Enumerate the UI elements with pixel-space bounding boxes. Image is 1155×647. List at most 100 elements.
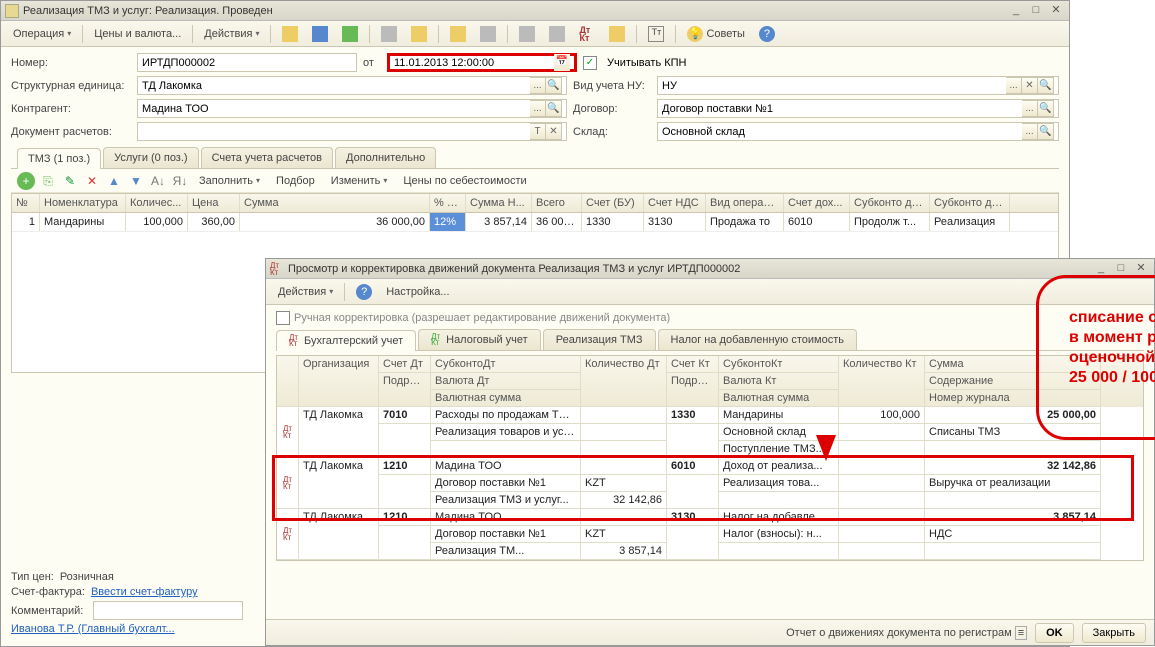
gh-oper[interactable]: Вид операции xyxy=(706,194,784,212)
agh-valk[interactable]: Валюта Кт xyxy=(719,373,839,390)
gh-npct[interactable]: % Н... xyxy=(430,194,466,212)
agh-valsd[interactable]: Валютная сумма xyxy=(431,390,581,407)
prices-button[interactable]: Цены и валюта... xyxy=(88,25,187,43)
agh-sum[interactable]: Сумма xyxy=(925,356,1101,373)
tb-icon-3[interactable] xyxy=(336,23,364,45)
ok-button[interactable]: OK xyxy=(1035,623,1074,643)
date-input[interactable]: 11.01.2013 12:00:00📅 xyxy=(387,53,577,72)
minimize-button[interactable]: _ xyxy=(1007,4,1025,18)
sklad-select-button[interactable]: ... xyxy=(1022,123,1038,140)
add-row-icon[interactable]: + xyxy=(17,172,35,190)
gh-nds[interactable]: Счет НДС xyxy=(644,194,706,212)
insert-row-icon[interactable]: ⎘ xyxy=(39,172,57,190)
delete-row-icon[interactable]: ✕ xyxy=(83,172,101,190)
contr-input[interactable]: Мадина ТОО...🔍 xyxy=(137,99,567,118)
gh-total[interactable]: Всего xyxy=(532,194,582,212)
operation-menu[interactable]: Операция▾ xyxy=(7,25,77,43)
manual-edit-checkbox[interactable] xyxy=(276,311,290,325)
struct-lookup-icon[interactable]: 🔍 xyxy=(546,77,562,94)
contr-select-button[interactable]: ... xyxy=(530,100,546,117)
tb-icon-12[interactable]: Tт xyxy=(642,23,670,45)
help-button[interactable]: ? xyxy=(753,23,781,45)
maximize-button[interactable]: □ xyxy=(1027,4,1045,18)
agh-pdd[interactable]: Подраздел... Дт xyxy=(379,373,431,407)
tb-icon-10[interactable]: ДтКт xyxy=(573,23,601,45)
tab-real[interactable]: Реализация ТМЗ xyxy=(543,329,656,350)
gh-sum[interactable]: Сумма xyxy=(240,194,430,212)
dogovor-lookup-icon[interactable]: 🔍 xyxy=(1038,100,1054,117)
gh-price[interactable]: Цена xyxy=(188,194,240,212)
tips-button[interactable]: 💡Советы xyxy=(681,23,750,45)
comment-input[interactable] xyxy=(93,601,243,620)
user-link[interactable]: Иванова Т.Р. (Главный бухгалт... xyxy=(11,623,175,635)
tab-accounts[interactable]: Счета учета расчетов xyxy=(201,147,333,168)
tb-icon-7[interactable] xyxy=(474,23,502,45)
close-sub-button[interactable]: Закрыть xyxy=(1082,623,1146,643)
acct-row[interactable]: ДтКт ТД Лакомка 7010 Расходы по продажам… xyxy=(277,407,1143,458)
sub-help-button[interactable]: ? xyxy=(350,281,378,303)
vid-lookup-icon[interactable]: 🔍 xyxy=(1038,77,1054,94)
dokrash-clear-button[interactable]: ✕ xyxy=(546,123,562,140)
agh-cont[interactable]: Содержание xyxy=(925,373,1101,390)
tb-icon-6[interactable] xyxy=(444,23,472,45)
sub-settings-button[interactable]: Настройка... xyxy=(380,283,455,301)
sub-minimize-button[interactable]: _ xyxy=(1092,262,1110,276)
gh-nomen[interactable]: Номенклатура xyxy=(40,194,126,212)
tb-icon-5[interactable] xyxy=(405,23,433,45)
tab-accounting[interactable]: ДтКтБухгалтерский учет xyxy=(276,330,416,351)
tb-icon-8[interactable] xyxy=(513,23,541,45)
tb-icon-11[interactable] xyxy=(603,23,631,45)
sklad-lookup-icon[interactable]: 🔍 xyxy=(1038,123,1054,140)
gh-nsum[interactable]: Сумма Н... xyxy=(466,194,532,212)
gh-inc[interactable]: Счет дох... xyxy=(784,194,850,212)
agh-kk[interactable]: Количество Кт xyxy=(839,356,925,407)
sub-actions-menu[interactable]: Действия▾ xyxy=(272,283,339,301)
tab-vat[interactable]: Налог на добавленную стоимость xyxy=(658,329,857,350)
gh-num[interactable]: № xyxy=(12,194,40,212)
agh-sk[interactable]: Счет Кт xyxy=(667,356,719,373)
agh-org[interactable]: Организация xyxy=(299,356,379,407)
sort-asc-icon[interactable]: A↓ xyxy=(149,172,167,190)
struct-input[interactable]: ТД Лакомка...🔍 xyxy=(137,76,567,95)
grid-row[interactable]: 1 Мандарины 100,000 360,00 36 000,00 12%… xyxy=(12,213,1058,232)
agh-nj[interactable]: Номер журнала xyxy=(925,390,1101,407)
struct-select-button[interactable]: ... xyxy=(530,77,546,94)
sort-desc-icon[interactable]: Я↓ xyxy=(171,172,189,190)
gh-qty[interactable]: Количес... xyxy=(126,194,188,212)
agh-valsk[interactable]: Валютная сумма xyxy=(719,390,839,407)
agh-pdk[interactable]: Подраздел... Кт xyxy=(667,373,719,407)
vid-clear-button[interactable]: ✕ xyxy=(1022,77,1038,94)
vid-input[interactable]: НУ...✕🔍 xyxy=(657,76,1059,95)
move-up-icon[interactable]: ▲ xyxy=(105,172,123,190)
acct-row[interactable]: ДтКт ТД Лакомка 1210 Мадина ТООДоговор п… xyxy=(277,509,1143,560)
agh-sd[interactable]: Счет Дт xyxy=(379,356,431,373)
kpn-checkbox[interactable]: ✓ xyxy=(583,56,597,70)
tb-icon-4[interactable] xyxy=(375,23,403,45)
costprices-button[interactable]: Цены по себестоимости xyxy=(397,172,532,190)
pick-button[interactable]: Подбор xyxy=(270,172,321,190)
dokrash-t-button[interactable]: T xyxy=(530,123,546,140)
tab-additional[interactable]: Дополнительно xyxy=(335,147,436,168)
tab-tmz[interactable]: ТМЗ (1 поз.) xyxy=(17,148,101,169)
contr-lookup-icon[interactable]: 🔍 xyxy=(546,100,562,117)
sub-close-button[interactable]: ✕ xyxy=(1132,262,1150,276)
gh-sub2[interactable]: Субконто до... xyxy=(930,194,1010,212)
fill-button[interactable]: Заполнить▾ xyxy=(193,172,266,190)
tb-icon-1[interactable] xyxy=(276,23,304,45)
close-button[interactable]: ✕ xyxy=(1047,4,1065,18)
dogovor-select-button[interactable]: ... xyxy=(1022,100,1038,117)
tb-icon-9[interactable] xyxy=(543,23,571,45)
dokrash-input[interactable]: T✕ xyxy=(137,122,567,141)
change-button[interactable]: Изменить▾ xyxy=(325,172,394,190)
move-down-icon[interactable]: ▼ xyxy=(127,172,145,190)
tb-icon-2[interactable] xyxy=(306,23,334,45)
acct-row[interactable]: ДтКт ТД Лакомка 1210 Мадина ТООДоговор п… xyxy=(277,458,1143,509)
calendar-icon[interactable]: 📅 xyxy=(554,54,570,71)
tab-services[interactable]: Услуги (0 поз.) xyxy=(103,147,198,168)
sub-maximize-button[interactable]: □ xyxy=(1112,262,1130,276)
report-link[interactable]: Отчет о движениях документа по регистрам… xyxy=(786,627,1027,639)
gh-sub1[interactable]: Субконто до... xyxy=(850,194,930,212)
gh-acct[interactable]: Счет (БУ) xyxy=(582,194,644,212)
vid-select-button[interactable]: ... xyxy=(1006,77,1022,94)
sklad-input[interactable]: Основной склад...🔍 xyxy=(657,122,1059,141)
